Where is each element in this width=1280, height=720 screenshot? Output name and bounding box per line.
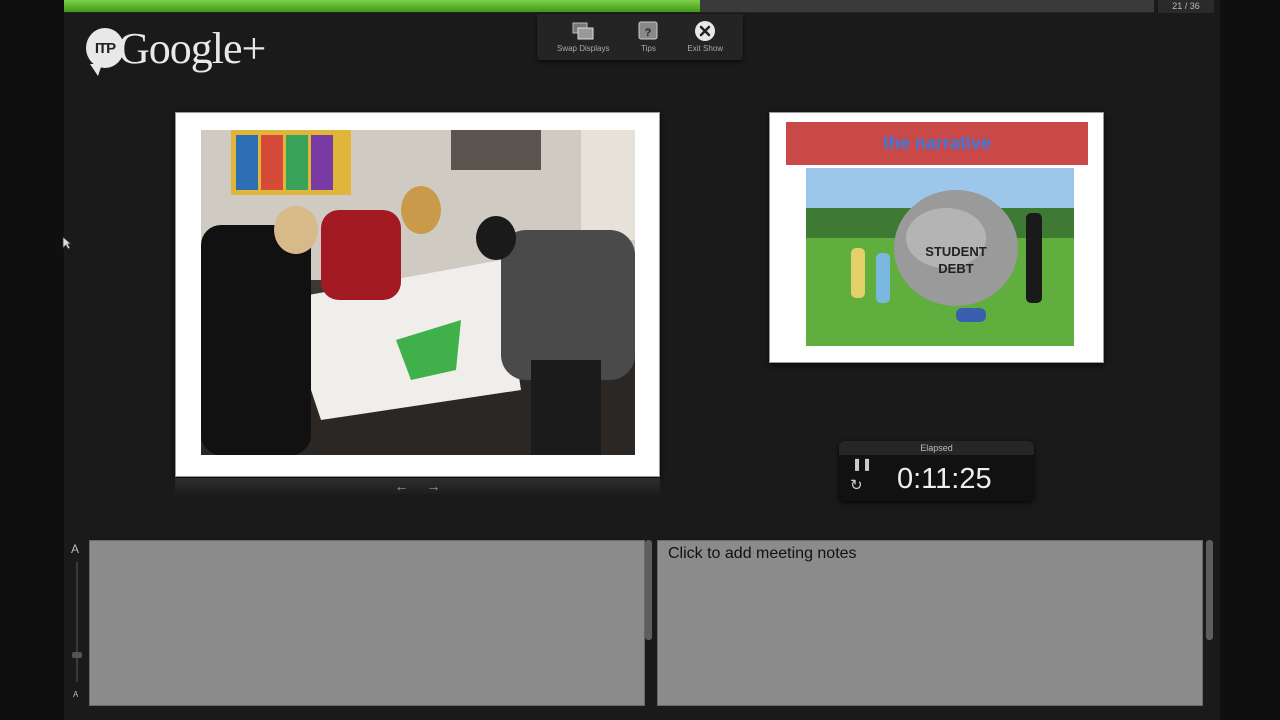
- next-slide-title: the narrative: [882, 133, 992, 153]
- elapsed-timer: Elapsed ❚❚ ↻ 0:11:25: [839, 441, 1034, 501]
- notes-font-size-control: A A: [67, 540, 87, 706]
- elapsed-label: Elapsed: [839, 441, 1034, 455]
- next-slide-photo: STUDENT DEBT: [806, 168, 1074, 346]
- rock-text-debt: DEBT: [938, 261, 973, 276]
- speech-bubble-icon: ITP: [86, 28, 124, 76]
- slide-notes-scrollbar[interactable]: [645, 540, 652, 640]
- meeting-notes-scrollbar[interactable]: [1206, 540, 1213, 640]
- close-icon: [694, 21, 716, 41]
- tips-button[interactable]: ? Tips: [637, 21, 659, 53]
- exit-show-label: Exit Show: [687, 44, 723, 53]
- svg-text:?: ?: [645, 27, 652, 39]
- tips-label: Tips: [641, 44, 656, 53]
- logo-badge: ITP: [94, 39, 116, 57]
- slide-progress-bar: [64, 0, 1154, 13]
- slide-navigation: ← →: [175, 478, 660, 494]
- reset-icon[interactable]: ↻: [850, 476, 863, 494]
- next-slide-banner: the narrative: [786, 122, 1088, 165]
- elapsed-time: 0:11:25: [897, 463, 992, 495]
- previous-slide-arrow-icon[interactable]: ←: [395, 479, 409, 493]
- next-slide-arrow-icon[interactable]: →: [427, 479, 441, 493]
- font-size-slider-handle[interactable]: [72, 652, 82, 658]
- google-plus-logo: ITP Google+: [86, 20, 266, 76]
- next-slide-preview[interactable]: the narrative STUDENT DEBT: [769, 112, 1104, 363]
- meeting-notes-panel[interactable]: Click to add meeting notes: [657, 540, 1203, 706]
- slide-notes-panel[interactable]: [89, 540, 645, 706]
- swap-displays-label: Swap Displays: [556, 44, 610, 53]
- font-size-slider-track[interactable]: [76, 562, 78, 682]
- font-size-small-label: A: [73, 690, 79, 699]
- current-slide: [175, 112, 660, 477]
- slide-progress-fill: [64, 0, 700, 12]
- font-size-large-label: A: [71, 542, 80, 556]
- current-slide-photo: [201, 130, 635, 455]
- swap-displays-icon: [572, 21, 594, 41]
- rock-text-student: STUDENT: [925, 244, 986, 259]
- tips-icon: ?: [637, 21, 659, 41]
- logo-wordmark: Google+: [118, 23, 266, 73]
- presenter-toolbar: Swap Displays ? Tips Exit Show: [537, 14, 743, 60]
- swap-displays-button[interactable]: Swap Displays: [557, 21, 609, 53]
- meeting-notes-placeholder: Click to add meeting notes: [668, 545, 857, 562]
- exit-show-button[interactable]: Exit Show: [687, 21, 723, 53]
- slide-counter: 21 / 36: [1158, 0, 1214, 13]
- mouse-cursor-icon: [62, 236, 73, 250]
- pause-icon[interactable]: ❚❚: [852, 457, 872, 471]
